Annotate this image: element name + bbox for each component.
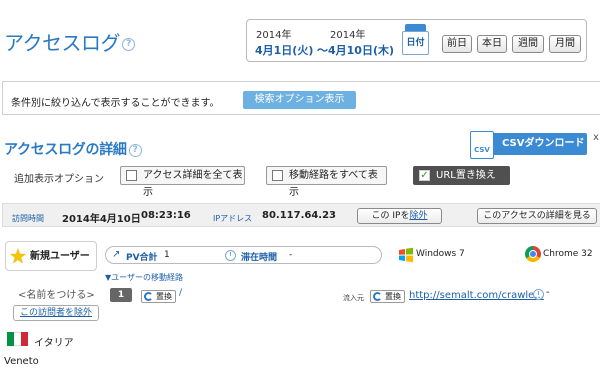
user-route-toggle[interactable]: ▼ユーザーの移動経路 — [105, 272, 183, 283]
visit-time-label: 訪問時間 — [12, 214, 44, 223]
referrer-replace-button[interactable]: 置換 — [370, 290, 405, 303]
stay-value: - — [289, 250, 293, 260]
date-range-picker[interactable]: 2014年 4月1日(火) 2014年 〜4月10日(木) 日付 前日 本日 週… — [246, 19, 587, 62]
ip-address: 80.117.64.23 — [262, 210, 337, 221]
pv-label: PV合計 — [126, 253, 158, 263]
clock-icon — [225, 250, 236, 261]
visit-header: 訪問時間 2014年4月10日 08:23:16 IPアドレス 80.117.6… — [2, 203, 600, 227]
replace-button[interactable]: 置換 — [141, 290, 176, 303]
date-from-year: 2014年 — [256, 30, 292, 41]
prev-day-button[interactable]: 前日 — [442, 35, 472, 53]
page-title-text: アクセスログ — [4, 31, 121, 55]
exclude-ip-button[interactable]: この IPを除外 — [357, 208, 442, 224]
calendar-button[interactable]: 日付 — [402, 24, 429, 57]
name-visitor-link[interactable]: <名前をつける> — [18, 286, 95, 301]
view-access-detail-button[interactable]: このアクセスの詳細を見る — [477, 208, 597, 224]
filter-bar: 条件別に絞り込んで表示することができます。 検索オプション表示 — [2, 81, 600, 115]
clock-icon — [533, 289, 544, 300]
referrer-time: - — [546, 287, 550, 298]
options-label: 追加表示オプション — [14, 174, 104, 185]
refresh-icon — [373, 292, 382, 301]
week-button[interactable]: 週間 — [512, 35, 544, 53]
exclude-visitor-button[interactable]: この訪問者を除外 — [13, 305, 99, 321]
windows-icon — [399, 247, 413, 263]
flag-stripe — [21, 332, 28, 346]
section-title: アクセスログの詳細? — [4, 139, 142, 159]
pv-arrow-icon: ↗ — [112, 249, 121, 260]
search-options-button[interactable]: 検索オプション表示 — [243, 91, 356, 109]
date-from-day[interactable]: 4月1日(火) — [255, 42, 313, 58]
filter-description: 条件別に絞り込んで表示することができます。 — [11, 98, 220, 109]
option-show-all-details[interactable]: アクセス詳細を全て表示 — [120, 166, 245, 198]
option-label: 移動経路をすべて表示 — [289, 170, 378, 198]
replace-label: 置換 — [385, 292, 401, 301]
replace-label: 置換 — [156, 292, 172, 301]
month-button[interactable]: 月間 — [549, 35, 581, 53]
help-icon[interactable]: ? — [122, 38, 135, 51]
checkbox[interactable] — [126, 170, 137, 181]
italy-flag-icon — [7, 332, 28, 346]
os-name: Windows 7 — [416, 249, 465, 259]
csv-file-icon[interactable]: CSV — [470, 131, 494, 159]
calendar-label: 日付 — [402, 31, 429, 55]
visit-time: 08:23:16 — [141, 210, 191, 221]
exclude-ip-prefix: この IPを — [371, 211, 410, 221]
referrer-label: 流入元 — [343, 294, 364, 302]
stay-label: 滞在時間 — [241, 253, 278, 263]
today-button[interactable]: 本日 — [477, 35, 507, 53]
region-name: Veneto — [4, 356, 39, 367]
flag-stripe — [14, 332, 21, 346]
option-label: URL置き換え — [436, 170, 496, 181]
visit-date: 2014年4月10日 — [62, 214, 141, 225]
option-url-replace[interactable]: ✓ URL置き換え — [413, 166, 510, 185]
option-label: アクセス詳細を全て表示 — [143, 170, 243, 198]
pv-stay-summary: ↗ PV合計 1 滞在時間 - — [105, 246, 382, 264]
referrer-url-link[interactable]: http://semalt.com/crawle... — [409, 290, 544, 301]
browser-name: Chrome 32 — [543, 249, 593, 259]
help-icon[interactable]: ? — [128, 143, 142, 157]
close-icon[interactable]: x — [593, 132, 599, 143]
checkbox-checked[interactable]: ✓ — [419, 170, 430, 181]
pv-value: 1 — [164, 250, 170, 260]
date-to-year: 2014年 — [330, 30, 366, 41]
flag-stripe — [7, 332, 14, 346]
step-path-link[interactable]: / — [179, 288, 182, 298]
checkbox[interactable] — [272, 170, 283, 181]
user-type-label: 新規ユーザー — [30, 251, 90, 262]
exclude-ip-link[interactable]: 除外 — [409, 211, 427, 221]
date-to-day[interactable]: 〜4月10日(木) — [317, 42, 394, 58]
ip-label: IPアドレス — [213, 214, 253, 223]
step-number: 1 — [110, 288, 132, 302]
country-name: イタリア — [34, 338, 74, 349]
refresh-icon — [144, 292, 153, 301]
chrome-icon — [525, 246, 541, 262]
section-title-text: アクセスログの詳細 — [4, 142, 127, 158]
user-type-badge: ★ 新規ユーザー — [5, 241, 97, 271]
page-title: アクセスログ? — [4, 27, 135, 56]
option-show-all-routes[interactable]: 移動経路をすべて表示 — [266, 166, 387, 198]
star-icon: ★ — [9, 244, 27, 268]
